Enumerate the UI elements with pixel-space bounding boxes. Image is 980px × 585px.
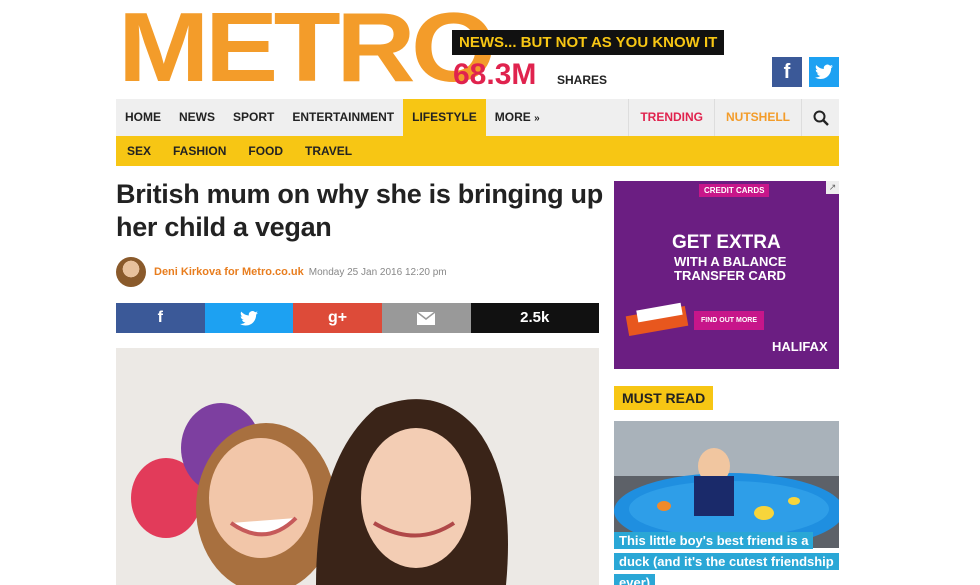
ad-brand: HALIFAX	[772, 339, 828, 354]
card-wallet-image	[625, 302, 689, 337]
subnav-food[interactable]: FOOD	[237, 136, 294, 166]
tagline: NEWS... BUT NOT AS YOU KNOW IT	[452, 30, 725, 55]
byline: Deni Kirkova for Metro.co.uk Monday 25 J…	[116, 257, 447, 287]
twitter-icon[interactable]	[809, 57, 839, 87]
author-avatar	[116, 257, 146, 287]
share-twitter-button[interactable]	[204, 303, 294, 333]
chevron-down-icon: »	[534, 113, 540, 124]
shares-label: SHARES	[557, 73, 608, 87]
nav-trending[interactable]: TRENDING	[628, 99, 714, 136]
share-facebook-button[interactable]: f	[116, 303, 205, 333]
metro-logo[interactable]: METRO	[118, 0, 496, 96]
author-link[interactable]: Deni Kirkova for Metro.co.uk	[154, 266, 304, 278]
article-headline: British mum on why she is bringing up he…	[116, 179, 603, 242]
nav-sport[interactable]: SPORT	[224, 99, 283, 136]
ad-tag: CREDIT CARDS	[699, 184, 770, 197]
nav-news[interactable]: NEWS	[170, 99, 224, 136]
subnav-travel[interactable]: TRAVEL	[294, 136, 363, 166]
share-bar: f g+ 2.5k	[116, 303, 599, 333]
ad-headline: GET EXTRA	[672, 232, 781, 253]
share-count: 2.5k	[470, 303, 599, 333]
sub-nav: SEX FASHION FOOD TRAVEL	[116, 136, 839, 166]
ad-banner[interactable]: CREDIT CARDS GET EXTRA WITH A BALANCE TR…	[614, 181, 839, 369]
must-read-caption[interactable]: This little boy's best friend is a duck …	[614, 530, 839, 585]
share-email-button[interactable]	[381, 303, 471, 333]
ad-cta-button[interactable]: FIND OUT MORE	[694, 311, 764, 330]
facebook-icon[interactable]: f	[772, 57, 802, 87]
must-read-caption-text: This little boy's best friend is a duck …	[614, 532, 839, 585]
email-icon	[416, 311, 436, 325]
shares-count: 68.3M	[453, 58, 537, 91]
nav-nutshell[interactable]: NUTSHELL	[714, 99, 801, 136]
publish-date: Monday 25 Jan 2016 12:20 pm	[308, 266, 447, 278]
ad-choices-icon[interactable]: ↗	[826, 181, 839, 194]
nav-lifestyle[interactable]: LIFESTYLE	[403, 99, 486, 136]
nav-more-label: MORE	[494, 110, 531, 124]
must-read-image[interactable]	[614, 421, 839, 548]
subnav-fashion[interactable]: FASHION	[162, 136, 237, 166]
share-googleplus-button[interactable]: g+	[293, 303, 382, 333]
subnav-sex[interactable]: SEX	[116, 136, 162, 166]
nav-home[interactable]: HOME	[116, 99, 170, 136]
article-photo	[116, 348, 599, 585]
main-nav: HOME NEWS SPORT ENTERTAINMENT LIFESTYLE …	[116, 99, 839, 136]
must-read-label: MUST READ	[614, 386, 714, 410]
ad-subline: WITH A BALANCE TRANSFER CARD	[674, 254, 787, 283]
nav-more[interactable]: MORE »	[486, 99, 549, 136]
search-icon[interactable]	[801, 99, 839, 136]
nav-entertainment[interactable]: ENTERTAINMENT	[283, 99, 403, 136]
